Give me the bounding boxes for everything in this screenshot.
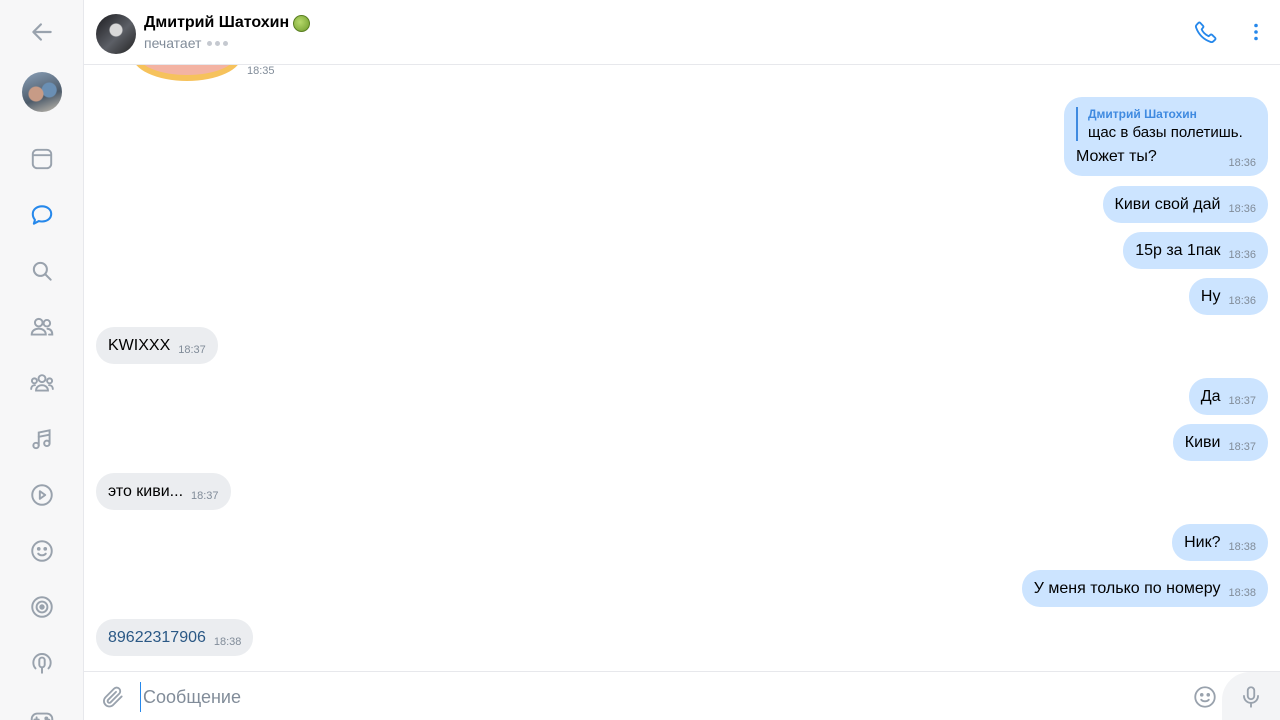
- message-bubble-outgoing[interactable]: Да 18:37: [1188, 378, 1268, 415]
- left-sidebar: [0, 0, 84, 720]
- message-bubble-outgoing[interactable]: Киви свой дай 18:36: [1102, 186, 1268, 223]
- emoji-picker-button[interactable]: [1190, 682, 1220, 712]
- reply-quoted-text[interactable]: щас в базы полетишь.: [1088, 124, 1243, 141]
- voice-message-button[interactable]: [1222, 672, 1280, 720]
- message-time: 18:37: [178, 344, 206, 356]
- message-time: 18:37: [191, 490, 219, 502]
- message-bubble-outgoing[interactable]: Ник? 18:38: [1172, 524, 1268, 561]
- message-bubble-outgoing[interactable]: Киви 18:37: [1172, 424, 1268, 461]
- reply-author[interactable]: Дмитрий Шатохин: [1088, 107, 1197, 121]
- friends-icon[interactable]: [22, 307, 62, 347]
- message-input[interactable]: [140, 682, 1180, 712]
- chat-header: Дмитрий Шатохин печатает: [84, 0, 1280, 65]
- message-time: 18:36: [1228, 157, 1256, 169]
- messages-icon[interactable]: [22, 195, 62, 235]
- message-text: Да: [1200, 387, 1221, 405]
- message-composer: [84, 671, 1280, 720]
- message-text: Киви: [1184, 433, 1221, 451]
- message-time: 18:37: [1228, 441, 1256, 453]
- paperclip-icon: [103, 686, 123, 708]
- message-text: Киви свой дай: [1114, 195, 1221, 213]
- message-time: 18:38: [213, 636, 242, 648]
- message-bubble-incoming[interactable]: 89622317906 18:38: [96, 619, 254, 656]
- smile-icon: [1194, 686, 1216, 708]
- emoji-icon[interactable]: [22, 531, 62, 571]
- message-text: Может ты?: [1076, 148, 1157, 165]
- message-bubble-outgoing[interactable]: Ну 18:36: [1188, 278, 1268, 315]
- message-time: 18:37: [1228, 395, 1256, 407]
- message-bubble-outgoing[interactable]: 15р за 1пак 18:36: [1123, 232, 1268, 269]
- profile-avatar[interactable]: [22, 72, 62, 112]
- message-time: 18:38: [1228, 541, 1256, 553]
- message-bubble-outgoing[interactable]: У меня только по номеру 18:38: [1021, 570, 1268, 607]
- message-history[interactable]: 18:35 Дмитрий Шатохин щас в базы полетиш…: [84, 65, 1280, 671]
- call-button[interactable]: [1186, 12, 1226, 52]
- reply-quote-bar: [1076, 107, 1078, 141]
- contact-avatar[interactable]: [96, 14, 136, 54]
- message-text: Ну: [1200, 287, 1221, 305]
- message-text: У меня только по номеру: [1033, 579, 1221, 597]
- games-icon[interactable]: [22, 699, 62, 720]
- message-text: KWIXXX: [108, 336, 171, 354]
- video-icon[interactable]: [22, 475, 62, 515]
- music-icon[interactable]: [22, 419, 62, 459]
- phone-number-link[interactable]: 89622317906: [108, 628, 206, 648]
- message-bubble-incoming[interactable]: это киви... 18:37: [96, 473, 231, 510]
- message-text: Ник?: [1184, 533, 1221, 551]
- typing-dots-icon: [207, 40, 229, 46]
- message-time: 18:36: [1228, 295, 1256, 307]
- message-text: это киви...: [108, 482, 184, 500]
- communities-icon[interactable]: [22, 363, 62, 403]
- phone-icon: [1195, 21, 1217, 43]
- message-text: 15р за 1пак: [1135, 241, 1221, 259]
- news-icon[interactable]: [22, 139, 62, 179]
- message-bubble-reply[interactable]: Дмитрий Шатохин щас в базы полетишь. Мож…: [1064, 97, 1268, 176]
- more-menu-button[interactable]: [1236, 12, 1276, 52]
- back-arrow-icon[interactable]: [22, 12, 62, 52]
- message-time: 18:38: [1228, 587, 1256, 599]
- contact-name[interactable]: Дмитрий Шатохин: [144, 14, 311, 32]
- message-time: 18:36: [1228, 249, 1256, 261]
- message-bubble-incoming[interactable]: KWIXXX 18:37: [96, 327, 218, 364]
- status-emoji-icon: [293, 14, 311, 32]
- message-time: 18:36: [1228, 203, 1256, 215]
- contact-name-text: Дмитрий Шатохин: [144, 14, 290, 31]
- typing-status: печатает: [144, 35, 229, 51]
- search-icon[interactable]: [22, 251, 62, 291]
- more-vertical-icon: [1254, 23, 1258, 41]
- sticker-image[interactable]: [132, 65, 242, 81]
- typing-status-text: печатает: [144, 35, 202, 51]
- podcast-icon[interactable]: [22, 643, 62, 683]
- microphone-icon: [1243, 685, 1259, 708]
- target-icon[interactable]: [22, 587, 62, 627]
- attach-button[interactable]: [98, 682, 128, 712]
- sticker-time: 18:35: [247, 65, 275, 77]
